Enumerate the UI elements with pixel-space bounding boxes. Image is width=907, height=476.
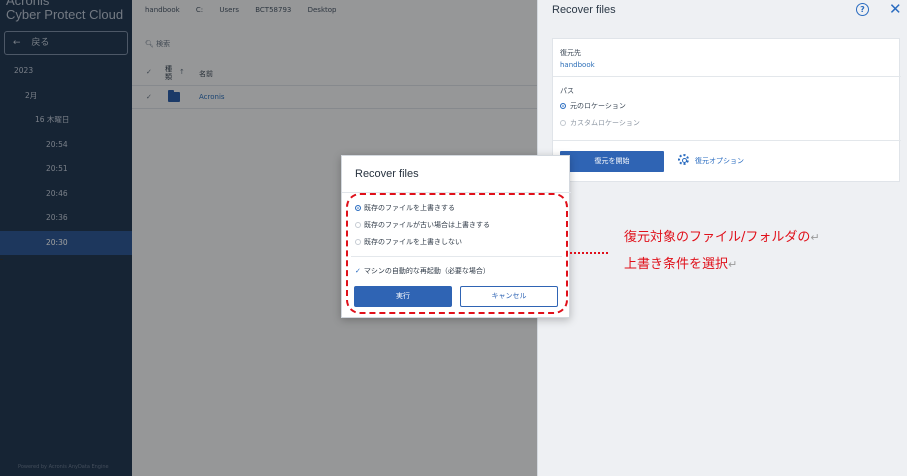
help-icon[interactable]: ?: [856, 3, 869, 16]
recovery-options-label: 復元オプション: [695, 157, 744, 165]
annotation-text-line1: 復元対象のファイル/フォルダの↵: [624, 226, 820, 245]
gear-icon: [678, 154, 689, 165]
recover-settings-card: 復元先 handbook パス 元のロケーション カスタムロケーション 復元を開…: [552, 38, 901, 182]
path-label: パス: [560, 87, 574, 95]
divider: [553, 76, 901, 77]
radio-selected-icon: [560, 103, 566, 109]
panel-title: Recover files: [552, 4, 616, 16]
path-original-radio[interactable]: 元のロケーション: [560, 101, 626, 111]
destination-value[interactable]: handbook: [560, 61, 595, 69]
divider: [553, 140, 901, 141]
annotation-line1: 復元対象のファイル/フォルダの: [624, 230, 811, 245]
path-custom-radio[interactable]: カスタムロケーション: [560, 118, 640, 128]
dialog-title: Recover files: [355, 168, 419, 180]
annotation-line2: 上書き条件を選択: [624, 257, 729, 272]
close-icon[interactable]: ✕: [889, 0, 902, 18]
return-mark-icon: ↵: [810, 231, 820, 244]
radio-label: 元のロケーション: [570, 102, 626, 110]
radio-unselected-icon: [560, 120, 566, 126]
annotation-text-line2: 上書き条件を選択↵: [624, 253, 737, 272]
destination-label: 復元先: [560, 49, 581, 57]
annotation-highlight: [346, 193, 568, 314]
divider: [0, 259, 3, 260]
radio-label: カスタムロケーション: [570, 119, 640, 127]
start-recovery-button[interactable]: 復元を開始: [560, 151, 664, 172]
annotation-connector: [570, 252, 608, 254]
return-mark-icon: ↵: [728, 258, 738, 271]
recovery-options-button[interactable]: 復元オプション: [678, 152, 744, 170]
